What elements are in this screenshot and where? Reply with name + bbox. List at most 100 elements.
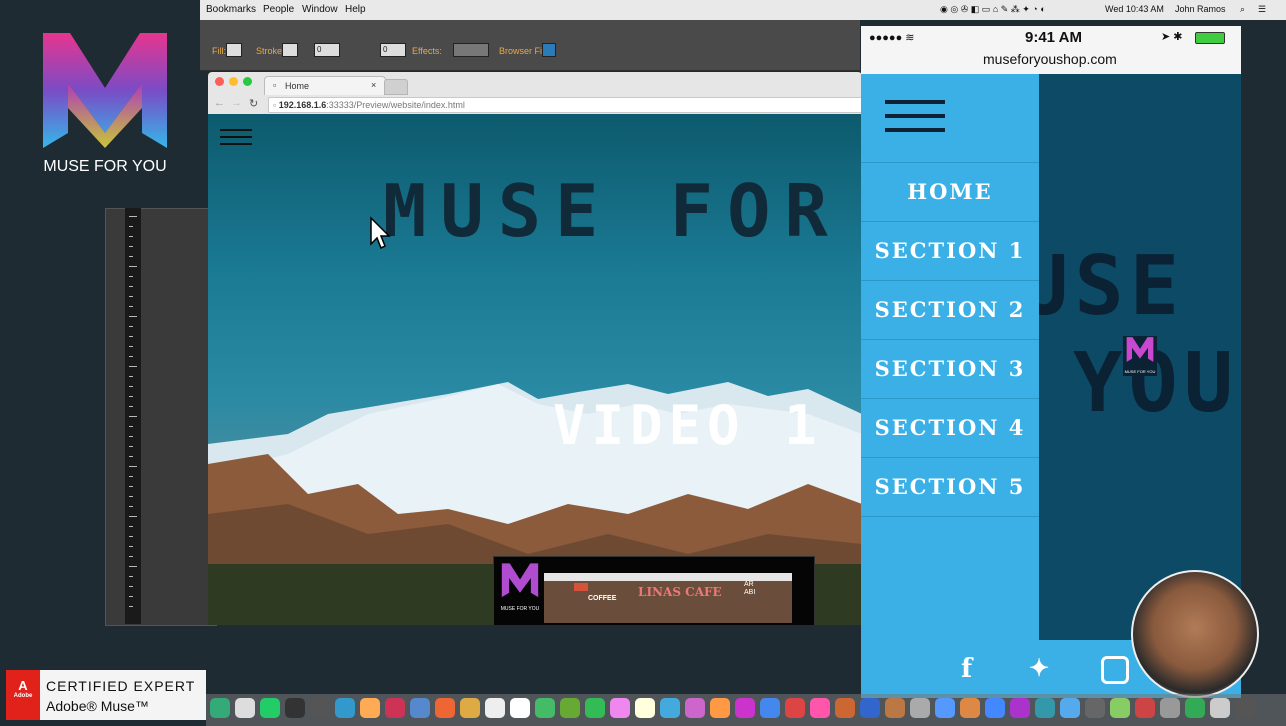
site-hamburger-icon[interactable] — [220, 129, 252, 149]
status-icons: ◉ ◎ ✇ ◧ ▭ ⌂ ✎ ⁂ ✦ ◔ ◐ — [940, 4, 1046, 14]
browser-tab-home[interactable]: ▫ Home × — [264, 76, 386, 95]
ruler-tick — [129, 586, 133, 587]
dock-app-icon[interactable] — [585, 698, 605, 718]
fill-label: Fill: — [212, 46, 226, 56]
ruler-tick — [129, 336, 133, 337]
menu-window[interactable]: Window — [302, 4, 338, 15]
forward-icon[interactable]: → — [231, 97, 242, 109]
thumbnail-logo-caption: MUSE FOR YOU — [500, 606, 540, 612]
close-window-button[interactable] — [215, 77, 224, 86]
ruler-tick — [129, 426, 133, 427]
dock-app-icon[interactable] — [1035, 698, 1055, 718]
dock-app-icon[interactable] — [335, 698, 355, 718]
dock-app-icon[interactable] — [235, 698, 255, 718]
instagram-icon[interactable] — [1101, 656, 1129, 684]
ruler-tick — [129, 246, 133, 247]
dock-app-icon[interactable] — [1010, 698, 1030, 718]
dock-app-icon[interactable] — [710, 698, 730, 718]
facebook-icon[interactable]: f — [961, 654, 972, 684]
dock-app-icon[interactable] — [510, 698, 530, 718]
dock-app-icon[interactable] — [835, 698, 855, 718]
dock-app-icon[interactable] — [1210, 698, 1230, 718]
menu-section-4[interactable]: SECTION 4 — [861, 398, 1039, 457]
location-bluetooth-icons: ➤ ✱ — [1161, 31, 1183, 43]
dock-app-icon[interactable] — [1110, 698, 1130, 718]
effects-opacity[interactable] — [453, 43, 489, 57]
dock-app-icon[interactable] — [635, 698, 655, 718]
video-thumbnail[interactable]: MUSE FOR YOU COFFEE LINAS CAFE ARABI — [493, 556, 815, 625]
zoom-window-button[interactable] — [243, 77, 252, 86]
dock-app-icon[interactable] — [435, 698, 455, 718]
dock-app-icon[interactable] — [485, 698, 505, 718]
adobe-logo-icon: A Adobe — [6, 670, 40, 720]
browser-fill-swatch[interactable] — [542, 43, 556, 57]
dock-app-icon[interactable] — [360, 698, 380, 718]
reload-icon[interactable]: ↻ — [249, 97, 258, 110]
dock-app-icon[interactable] — [910, 698, 930, 718]
back-icon[interactable]: ← — [214, 97, 225, 109]
menu-section-5[interactable]: SECTION 5 — [861, 457, 1039, 517]
ruler-tick — [129, 296, 133, 297]
notification-center-icon[interactable]: ☰ — [1258, 4, 1266, 15]
ruler-tick — [129, 356, 133, 357]
dock-app-icon[interactable] — [385, 698, 405, 718]
menu-section-2[interactable]: SECTION 2 — [861, 280, 1039, 339]
dock-app-icon[interactable] — [785, 698, 805, 718]
dock-app-icon[interactable] — [535, 698, 555, 718]
url-host: 192.168.1.6 — [278, 100, 327, 110]
menu-bookmarks[interactable]: Bookmarks — [206, 4, 256, 15]
menu-people[interactable]: People — [263, 4, 294, 15]
dock-app-icon[interactable] — [1085, 698, 1105, 718]
dock-app-icon[interactable] — [1160, 698, 1180, 718]
spotlight-icon[interactable]: ⌕ — [1240, 4, 1245, 15]
dock-app-icon[interactable] — [760, 698, 780, 718]
menubar-clock: Wed 10:43 AM — [1105, 4, 1164, 14]
ruler-tick — [129, 376, 133, 377]
stroke-swatch[interactable] — [282, 43, 298, 57]
dock-app-icon[interactable] — [1235, 698, 1255, 718]
phone-mini-logo: MUSE FOR YOU — [1123, 336, 1157, 376]
stroke-width-input[interactable]: 0 — [314, 43, 340, 57]
dock-app-icon[interactable] — [935, 698, 955, 718]
new-tab-button[interactable] — [384, 79, 408, 95]
dock-app-icon[interactable] — [985, 698, 1005, 718]
dock-app-icon[interactable] — [285, 698, 305, 718]
menu-help[interactable]: Help — [345, 4, 366, 15]
dock-app-icon[interactable] — [885, 698, 905, 718]
phone-url[interactable]: museforyoushop.com — [983, 51, 1117, 67]
menubar-user[interactable]: John Ramos — [1175, 4, 1226, 14]
dock-app-icon[interactable] — [1060, 698, 1080, 718]
dock-app-icon[interactable] — [260, 698, 280, 718]
phone-mini-logo-caption: MUSE FOR YOU — [1124, 369, 1156, 374]
menu-home[interactable]: HOME — [861, 162, 1039, 221]
corner-radius-input[interactable]: 0 — [380, 43, 406, 57]
browser-window: ▫ Home × ← → ↻ ▫ 192.168.1.6:33333/Previ… — [208, 72, 862, 625]
dock-app-icon[interactable] — [610, 698, 630, 718]
dock-app-icon[interactable] — [460, 698, 480, 718]
ruler-tick — [129, 506, 133, 507]
address-bar[interactable]: ▫ 192.168.1.6:33333/Preview/website/inde… — [268, 97, 862, 113]
dock-app-icon[interactable] — [810, 698, 830, 718]
dock-app-icon[interactable] — [410, 698, 430, 718]
menu-section-1[interactable]: SECTION 1 — [861, 221, 1039, 280]
dock-app-icon[interactable] — [210, 698, 230, 718]
dock-app-icon[interactable] — [310, 698, 330, 718]
dock-app-icon[interactable] — [685, 698, 705, 718]
minimize-window-button[interactable] — [229, 77, 238, 86]
dock-app-icon[interactable] — [860, 698, 880, 718]
menu-section-3[interactable]: SECTION 3 — [861, 339, 1039, 398]
phone-hamburger-icon[interactable] — [885, 100, 945, 136]
twitter-icon[interactable]: ✦ — [1029, 654, 1049, 683]
fill-swatch[interactable] — [226, 43, 242, 57]
thumbnail-logo: MUSE FOR YOU — [498, 561, 542, 619]
website-preview: MUSE FOR YO VIDEO 1 MUSE FOR YOU COFFEE … — [208, 114, 862, 625]
certified-expert-badge: A Adobe CERTIFIED EXPERT Adobe® Muse™ — [6, 670, 206, 720]
dock-app-icon[interactable] — [660, 698, 680, 718]
dock-app-icon[interactable] — [735, 698, 755, 718]
dock-app-icon[interactable] — [1135, 698, 1155, 718]
dock-app-icon[interactable] — [560, 698, 580, 718]
close-tab-icon[interactable]: × — [371, 80, 376, 90]
dock-app-icon[interactable] — [1185, 698, 1205, 718]
dock-app-icon[interactable] — [960, 698, 980, 718]
page-info-icon: ▫ — [273, 100, 277, 110]
